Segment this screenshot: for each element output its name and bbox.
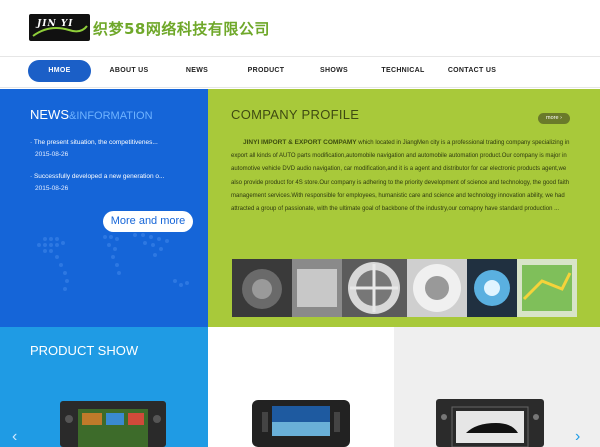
news-subtitle: &INFORMATION [69,110,153,122]
nav-item-about-us[interactable]: ABOUT US [100,60,158,82]
company-profile-panel: COMPANY PROFILE more › JINYI IMPORT & EX… [208,89,600,327]
profile-lead: JINYI IMPORT & EXPORT COMPAMY [243,139,357,146]
company-name: 织梦58网络科技有限公司 [93,20,270,38]
news-item-link[interactable]: · Successfully developed a new generatio… [30,173,180,180]
site-header: JIN YI 织梦58网络科技有限公司 [0,0,600,55]
product-show-title: PRODUCT SHOW [30,343,139,358]
product-card: more › › [394,327,600,447]
nav-item-technical[interactable]: TECHNICAL [375,60,431,82]
product-show-header-block: PRODUCT SHOW ‹ [0,327,208,447]
company-photo-strip [232,259,577,317]
profile-more-label: more [546,115,559,121]
news-item-date: 2015-08-26 [35,151,69,158]
nav-item-home[interactable]: HMOE [28,60,91,82]
profile-more-button[interactable]: more › [538,113,570,124]
product-show-section: PRODUCT SHOW ‹ more › › [0,327,600,447]
nav-item-contact-us[interactable]: CONTACT US [443,60,501,82]
nav-item-news[interactable]: NEWS [175,60,219,82]
news-title: NEWS [30,107,69,122]
main-nav: HMOE ABOUT US NEWS PRODUCT SHOWS TECHNIC… [0,56,600,88]
news-heading: NEWS&INFORMATION [30,107,153,122]
profile-title: COMPANY PROFILE [231,107,360,122]
product-card [208,327,394,447]
profile-description: JINYI IMPORT & EXPORT COMPAMY which loca… [231,136,576,216]
news-more-button[interactable]: More and more [103,211,193,232]
news-item-date: 2015-08-26 [35,185,69,192]
product-image[interactable] [248,400,354,447]
chevron-right-icon[interactable]: › [575,428,580,446]
nav-item-shows[interactable]: SHOWS [312,60,356,82]
nav-item-product[interactable]: PRODUCT [240,60,292,82]
logo-text: JIN YI [37,19,74,29]
chevron-left-icon[interactable]: ‹ [12,428,17,446]
news-item-link[interactable]: · The present situation, the competitive… [30,139,180,146]
product-image[interactable] [60,401,166,447]
profile-body: which located in JiangMen city is a prof… [231,140,570,213]
logo[interactable]: JIN YI [29,14,90,41]
product-image[interactable] [436,399,544,447]
news-panel: NEWS&INFORMATION · The present situation… [0,89,208,327]
